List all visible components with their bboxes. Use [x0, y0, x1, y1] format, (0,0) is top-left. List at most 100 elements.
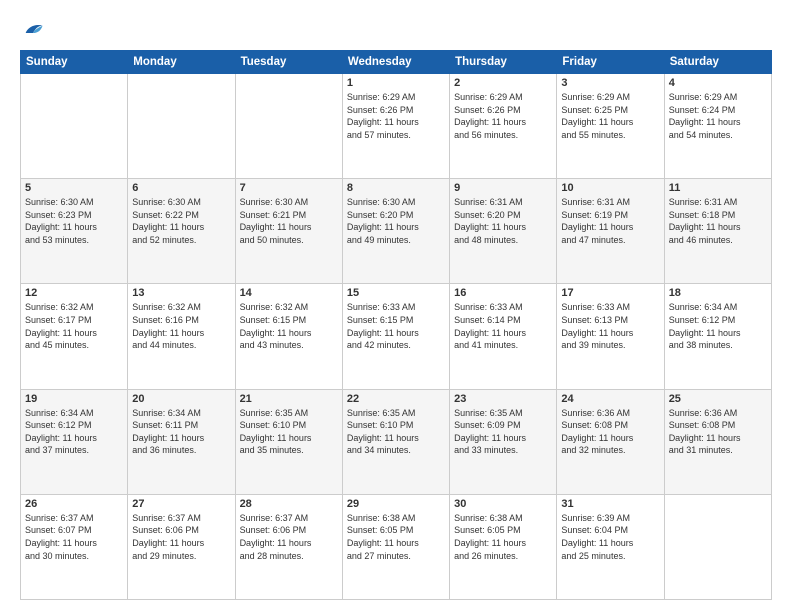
day-info: Sunrise: 6:29 AM Sunset: 6:25 PM Dayligh… — [561, 91, 659, 141]
calendar-cell: 14 Sunrise: 6:32 AM Sunset: 6:15 PM Dayli… — [235, 284, 342, 389]
weekday-tuesday: Tuesday — [235, 51, 342, 74]
day-number: 9 — [454, 182, 552, 194]
calendar-cell: 12 Sunrise: 6:32 AM Sunset: 6:17 PM Dayli… — [21, 284, 128, 389]
day-info: Sunrise: 6:37 AM Sunset: 6:06 PM Dayligh… — [240, 512, 338, 562]
weekday-friday: Friday — [557, 51, 664, 74]
calendar-cell: 23 Sunrise: 6:35 AM Sunset: 6:09 PM Dayli… — [450, 389, 557, 494]
day-number: 19 — [25, 393, 123, 405]
calendar-cell: 4 Sunrise: 6:29 AM Sunset: 6:24 PM Daylig… — [664, 74, 771, 179]
weekday-thursday: Thursday — [450, 51, 557, 74]
day-info: Sunrise: 6:34 AM Sunset: 6:11 PM Dayligh… — [132, 407, 230, 457]
day-number: 18 — [669, 287, 767, 299]
day-number: 15 — [347, 287, 445, 299]
calendar-header: SundayMondayTuesdayWednesdayThursdayFrid… — [21, 51, 772, 74]
day-number: 20 — [132, 393, 230, 405]
weekday-sunday: Sunday — [21, 51, 128, 74]
day-number: 29 — [347, 498, 445, 510]
calendar-cell: 29 Sunrise: 6:38 AM Sunset: 6:05 PM Dayli… — [342, 494, 449, 599]
page: SundayMondayTuesdayWednesdayThursdayFrid… — [0, 0, 792, 612]
calendar-cell: 21 Sunrise: 6:35 AM Sunset: 6:10 PM Dayli… — [235, 389, 342, 494]
day-info: Sunrise: 6:29 AM Sunset: 6:26 PM Dayligh… — [454, 91, 552, 141]
day-number: 26 — [25, 498, 123, 510]
day-info: Sunrise: 6:38 AM Sunset: 6:05 PM Dayligh… — [347, 512, 445, 562]
day-number: 3 — [561, 77, 659, 89]
calendar-cell: 26 Sunrise: 6:37 AM Sunset: 6:07 PM Dayli… — [21, 494, 128, 599]
calendar-body: 1 Sunrise: 6:29 AM Sunset: 6:26 PM Daylig… — [21, 74, 772, 600]
day-info: Sunrise: 6:35 AM Sunset: 6:10 PM Dayligh… — [240, 407, 338, 457]
day-info: Sunrise: 6:29 AM Sunset: 6:26 PM Dayligh… — [347, 91, 445, 141]
calendar-week-4: 19 Sunrise: 6:34 AM Sunset: 6:12 PM Dayli… — [21, 389, 772, 494]
calendar-cell: 8Sunrise: 6:30 AM Sunset: 6:20 PM Daylig… — [342, 179, 449, 284]
calendar-cell: 28 Sunrise: 6:37 AM Sunset: 6:06 PM Dayli… — [235, 494, 342, 599]
day-info: Sunrise: 6:31 AM Sunset: 6:18 PM Dayligh… — [669, 196, 767, 246]
day-info: Sunrise: 6:31 AM Sunset: 6:19 PM Dayligh… — [561, 196, 659, 246]
calendar-cell: 15 Sunrise: 6:33 AM Sunset: 6:15 PM Dayli… — [342, 284, 449, 389]
day-number: 23 — [454, 393, 552, 405]
weekday-saturday: Saturday — [664, 51, 771, 74]
day-info: Sunrise: 6:33 AM Sunset: 6:13 PM Dayligh… — [561, 301, 659, 351]
day-number: 25 — [669, 393, 767, 405]
day-number: 7 — [240, 182, 338, 194]
day-info: Sunrise: 6:30 AM Sunset: 6:22 PM Dayligh… — [132, 196, 230, 246]
day-info: Sunrise: 6:32 AM Sunset: 6:16 PM Dayligh… — [132, 301, 230, 351]
calendar: SundayMondayTuesdayWednesdayThursdayFrid… — [20, 50, 772, 600]
day-number: 13 — [132, 287, 230, 299]
day-number: 2 — [454, 77, 552, 89]
day-number: 12 — [25, 287, 123, 299]
calendar-cell — [235, 74, 342, 179]
day-number: 28 — [240, 498, 338, 510]
day-number: 14 — [240, 287, 338, 299]
calendar-cell: 17 Sunrise: 6:33 AM Sunset: 6:13 PM Dayli… — [557, 284, 664, 389]
calendar-week-3: 12 Sunrise: 6:32 AM Sunset: 6:17 PM Dayli… — [21, 284, 772, 389]
calendar-cell: 16 Sunrise: 6:33 AM Sunset: 6:14 PM Dayli… — [450, 284, 557, 389]
calendar-cell: 22 Sunrise: 6:35 AM Sunset: 6:10 PM Dayli… — [342, 389, 449, 494]
day-info: Sunrise: 6:29 AM Sunset: 6:24 PM Dayligh… — [669, 91, 767, 141]
day-info: Sunrise: 6:38 AM Sunset: 6:05 PM Dayligh… — [454, 512, 552, 562]
calendar-cell: 30 Sunrise: 6:38 AM Sunset: 6:05 PM Dayli… — [450, 494, 557, 599]
calendar-cell: 20 Sunrise: 6:34 AM Sunset: 6:11 PM Dayli… — [128, 389, 235, 494]
calendar-cell — [664, 494, 771, 599]
calendar-cell — [21, 74, 128, 179]
calendar-week-1: 1 Sunrise: 6:29 AM Sunset: 6:26 PM Daylig… — [21, 74, 772, 179]
day-info: Sunrise: 6:32 AM Sunset: 6:15 PM Dayligh… — [240, 301, 338, 351]
day-number: 17 — [561, 287, 659, 299]
day-info: Sunrise: 6:32 AM Sunset: 6:17 PM Dayligh… — [25, 301, 123, 351]
day-number: 22 — [347, 393, 445, 405]
day-info: Sunrise: 6:34 AM Sunset: 6:12 PM Dayligh… — [669, 301, 767, 351]
day-info: Sunrise: 6:30 AM Sunset: 6:21 PM Dayligh… — [240, 196, 338, 246]
calendar-cell: 13 Sunrise: 6:32 AM Sunset: 6:16 PM Dayli… — [128, 284, 235, 389]
day-info: Sunrise: 6:37 AM Sunset: 6:06 PM Dayligh… — [132, 512, 230, 562]
day-number: 30 — [454, 498, 552, 510]
day-info: Sunrise: 6:36 AM Sunset: 6:08 PM Dayligh… — [669, 407, 767, 457]
day-info: Sunrise: 6:33 AM Sunset: 6:14 PM Dayligh… — [454, 301, 552, 351]
calendar-cell: 9Sunrise: 6:31 AM Sunset: 6:20 PM Daylig… — [450, 179, 557, 284]
day-info: Sunrise: 6:35 AM Sunset: 6:09 PM Dayligh… — [454, 407, 552, 457]
day-number: 16 — [454, 287, 552, 299]
calendar-cell: 3 Sunrise: 6:29 AM Sunset: 6:25 PM Daylig… — [557, 74, 664, 179]
day-info: Sunrise: 6:35 AM Sunset: 6:10 PM Dayligh… — [347, 407, 445, 457]
calendar-cell: 19 Sunrise: 6:34 AM Sunset: 6:12 PM Dayli… — [21, 389, 128, 494]
day-info: Sunrise: 6:33 AM Sunset: 6:15 PM Dayligh… — [347, 301, 445, 351]
day-number: 11 — [669, 182, 767, 194]
calendar-week-2: 5Sunrise: 6:30 AM Sunset: 6:23 PM Daylig… — [21, 179, 772, 284]
day-info: Sunrise: 6:30 AM Sunset: 6:20 PM Dayligh… — [347, 196, 445, 246]
calendar-cell: 2 Sunrise: 6:29 AM Sunset: 6:26 PM Daylig… — [450, 74, 557, 179]
calendar-cell: 6 Sunrise: 6:30 AM Sunset: 6:22 PM Daylig… — [128, 179, 235, 284]
calendar-cell: 1 Sunrise: 6:29 AM Sunset: 6:26 PM Daylig… — [342, 74, 449, 179]
day-info: Sunrise: 6:34 AM Sunset: 6:12 PM Dayligh… — [25, 407, 123, 457]
day-number: 4 — [669, 77, 767, 89]
calendar-cell: 10 Sunrise: 6:31 AM Sunset: 6:19 PM Dayli… — [557, 179, 664, 284]
calendar-cell: 24Sunrise: 6:36 AM Sunset: 6:08 PM Dayli… — [557, 389, 664, 494]
day-info: Sunrise: 6:37 AM Sunset: 6:07 PM Dayligh… — [25, 512, 123, 562]
calendar-cell: 7 Sunrise: 6:30 AM Sunset: 6:21 PM Daylig… — [235, 179, 342, 284]
day-number: 6 — [132, 182, 230, 194]
calendar-cell: 5Sunrise: 6:30 AM Sunset: 6:23 PM Daylig… — [21, 179, 128, 284]
calendar-cell: 18 Sunrise: 6:34 AM Sunset: 6:12 PM Dayli… — [664, 284, 771, 389]
day-number: 1 — [347, 77, 445, 89]
day-number: 10 — [561, 182, 659, 194]
calendar-week-5: 26 Sunrise: 6:37 AM Sunset: 6:07 PM Dayli… — [21, 494, 772, 599]
day-number: 5 — [25, 182, 123, 194]
calendar-cell: 11 Sunrise: 6:31 AM Sunset: 6:18 PM Dayli… — [664, 179, 771, 284]
calendar-cell: 25 Sunrise: 6:36 AM Sunset: 6:08 PM Dayli… — [664, 389, 771, 494]
day-number: 21 — [240, 393, 338, 405]
